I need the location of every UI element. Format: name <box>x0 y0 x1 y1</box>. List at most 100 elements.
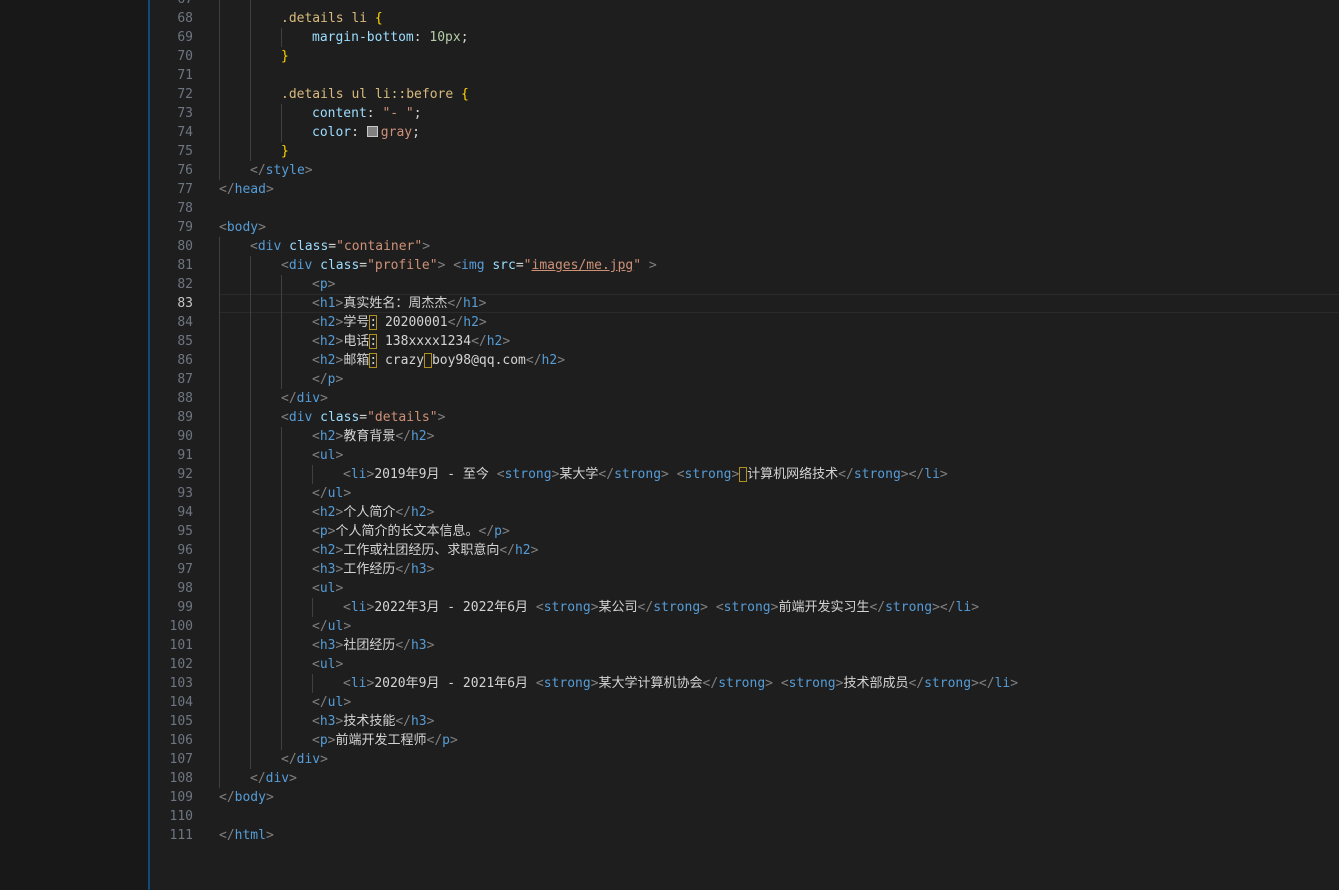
code-line[interactable]: 105 <h3>技术技能</h3> <box>150 712 1339 731</box>
code-line[interactable]: 93 </ul> <box>150 484 1339 503</box>
code-text[interactable]: <h2>教育背景</h2> <box>312 427 434 446</box>
code-line[interactable]: 107 </div> <box>150 750 1339 769</box>
code-text[interactable]: .details li { <box>281 9 383 28</box>
code-line[interactable]: 95 <p>个人简介的长文本信息。</p> <box>150 522 1339 541</box>
code-text[interactable]: } <box>281 47 289 66</box>
code-text[interactable]: <p> <box>312 275 335 294</box>
code-text[interactable]: <body> <box>219 218 266 237</box>
code-line[interactable]: 108 </div> <box>150 769 1339 788</box>
code-line[interactable]: 87 </p> <box>150 370 1339 389</box>
code-line[interactable]: 82 <p> <box>150 275 1339 294</box>
code-text[interactable]: margin-bottom: 10px; <box>312 28 469 47</box>
code-line[interactable]: 86 <h2>邮箱: crazy boy98@qq.com</h2> <box>150 351 1339 370</box>
code-line[interactable]: 99 <li>2022年3月 - 2022年6月 <strong>某公司</str… <box>150 598 1339 617</box>
code-text[interactable]: <h1>真实姓名：周杰杰</h1> <box>312 294 486 313</box>
code-text[interactable]: <h3>社团经历</h3> <box>312 636 434 655</box>
code-line[interactable]: 98 <ul> <box>150 579 1339 598</box>
code-line[interactable]: 89 <div class="details"> <box>150 408 1339 427</box>
code-line[interactable]: 73 content: "- "; <box>150 104 1339 123</box>
token-gray: > <box>478 315 487 330</box>
code-line[interactable]: 71 <box>150 66 1339 85</box>
code-text[interactable]: </style> <box>250 161 313 180</box>
token-gray: </ <box>312 695 328 710</box>
token-gray: </ <box>281 752 297 767</box>
code-line[interactable]: 110 <box>150 807 1339 826</box>
code-line[interactable]: 77 </head> <box>150 180 1339 199</box>
indent-guide <box>250 9 251 28</box>
code-line[interactable]: 90 <h2>教育背景</h2> <box>150 427 1339 446</box>
code-line[interactable]: 75} <box>150 142 1339 161</box>
code-line[interactable]: 102 <ul> <box>150 655 1339 674</box>
token-gray: </ <box>869 600 886 615</box>
code-text[interactable]: <div class="profile"> <img src="images/m… <box>281 256 657 275</box>
code-text[interactable]: </div> <box>281 750 328 769</box>
code-text[interactable]: <h2>电话: 138xxxx1234</h2> <box>312 332 510 351</box>
code-text[interactable]: color: gray; <box>312 123 420 142</box>
code-line[interactable]: 91 <ul> <box>150 446 1339 465</box>
code-line[interactable]: 74 color: gray; <box>150 123 1339 142</box>
code-text[interactable]: </html> <box>219 826 274 845</box>
code-text[interactable]: <li>2022年3月 - 2022年6月 <strong>某公司</stron… <box>343 598 979 617</box>
code-line[interactable]: 83 <h1>真实姓名：周杰杰</h1> <box>150 294 1339 313</box>
code-text[interactable]: } <box>281 142 289 161</box>
code-text[interactable]: <li>2020年9月 - 2021年6月 <strong>某大学计算机协会</… <box>343 674 1018 693</box>
code-text[interactable]: <h2>个人简介</h2> <box>312 503 434 522</box>
code-text[interactable]: <h2>邮箱: crazy boy98@qq.com</h2> <box>312 351 565 370</box>
code-line[interactable]: 81 <div class="profile"> <img src="images… <box>150 256 1339 275</box>
code-line[interactable]: 69 margin-bottom: 10px; <box>150 28 1339 47</box>
code-text[interactable]: <div class="details"> <box>281 408 445 427</box>
token-gray: < <box>281 258 289 273</box>
code-line[interactable]: 84 <h2>学号: 20200001</h2> <box>150 313 1339 332</box>
code-text[interactable]: <ul> <box>312 446 343 465</box>
code-text[interactable]: <div class="container"> <box>250 237 430 256</box>
code-text[interactable]: <h2>工作或社团经历、求职意向</h2> <box>312 541 538 560</box>
code-line[interactable]: 103 <li>2020年9月 - 2021年6月 <strong>某大学计算机协… <box>150 674 1339 693</box>
code-text[interactable]: <p>前端开发工程师</p> <box>312 731 458 750</box>
code-line[interactable]: 92 <li>2019年9月 - 至今 <strong>某大学</strong> … <box>150 465 1339 484</box>
code-text[interactable]: </ul> <box>312 693 351 712</box>
code-text[interactable]: </div> <box>250 769 297 788</box>
code-text[interactable]: <li>2019年9月 - 至今 <strong>某大学</strong> <s… <box>343 465 948 484</box>
code-text[interactable]: <ul> <box>312 579 343 598</box>
src-link[interactable]: images/me.jpg <box>532 258 634 273</box>
code-text[interactable]: </ul> <box>312 484 351 503</box>
code-text[interactable]: <h3>技术技能</h3> <box>312 712 434 731</box>
code-line[interactable]: 85 <h2>电话: 138xxxx1234</h2> <box>150 332 1339 351</box>
code-text[interactable]: </body> <box>219 788 274 807</box>
code-text[interactable]: </p> <box>312 370 343 389</box>
code-line[interactable]: 111 </html> <box>150 826 1339 845</box>
code-line[interactable]: 80 <div class="container"> <box>150 237 1339 256</box>
code-text[interactable]: </head> <box>219 180 274 199</box>
code-line[interactable]: 101 <h3>社团经历</h3> <box>150 636 1339 655</box>
code-line[interactable]: 70} <box>150 47 1339 66</box>
code-line[interactable]: 79 <body> <box>150 218 1339 237</box>
code-text[interactable]: </div> <box>281 389 328 408</box>
code-line[interactable]: 100 </ul> <box>150 617 1339 636</box>
code-line[interactable]: 76 </style> <box>150 161 1339 180</box>
code-line[interactable]: 68 .details li { <box>150 9 1339 28</box>
code-text[interactable]: <h2>学号: 20200001</h2> <box>312 313 487 332</box>
code-line[interactable]: 109 </body> <box>150 788 1339 807</box>
code-line[interactable]: 97 <h3>工作经历</h3> <box>150 560 1339 579</box>
code-line[interactable]: 94 <h2>个人简介</h2> <box>150 503 1339 522</box>
code-line[interactable]: 104 </ul> <box>150 693 1339 712</box>
code-line[interactable]: 106 <p>前端开发工程师</p> <box>150 731 1339 750</box>
code-text[interactable]: .details ul li::before { <box>281 85 469 104</box>
token-tag: h2 <box>463 315 479 330</box>
code-text[interactable]: </ul> <box>312 617 351 636</box>
color-swatch-icon[interactable] <box>366 126 378 137</box>
indent-guide <box>219 123 220 142</box>
code-text[interactable]: <ul> <box>312 655 343 674</box>
code-line[interactable]: 72 .details ul li::before { <box>150 85 1339 104</box>
code-line[interactable]: 88 </div> <box>150 389 1339 408</box>
indent-guide <box>219 275 220 294</box>
code-area[interactable]: 6768.details li {69margin-bottom: 10px;7… <box>150 0 1339 845</box>
code-line[interactable]: 67 <box>150 0 1339 9</box>
code-text[interactable]: content: "- "; <box>312 104 422 123</box>
code-text[interactable]: <h3>工作经历</h3> <box>312 560 434 579</box>
code-text[interactable]: <p>个人简介的长文本信息。</p> <box>312 522 510 541</box>
code-editor[interactable]: 6768.details li {69margin-bottom: 10px;7… <box>0 0 1339 890</box>
code-line[interactable]: 96 <h2>工作或社团经历、求职意向</h2> <box>150 541 1339 560</box>
code-line[interactable]: 78 <box>150 199 1339 218</box>
